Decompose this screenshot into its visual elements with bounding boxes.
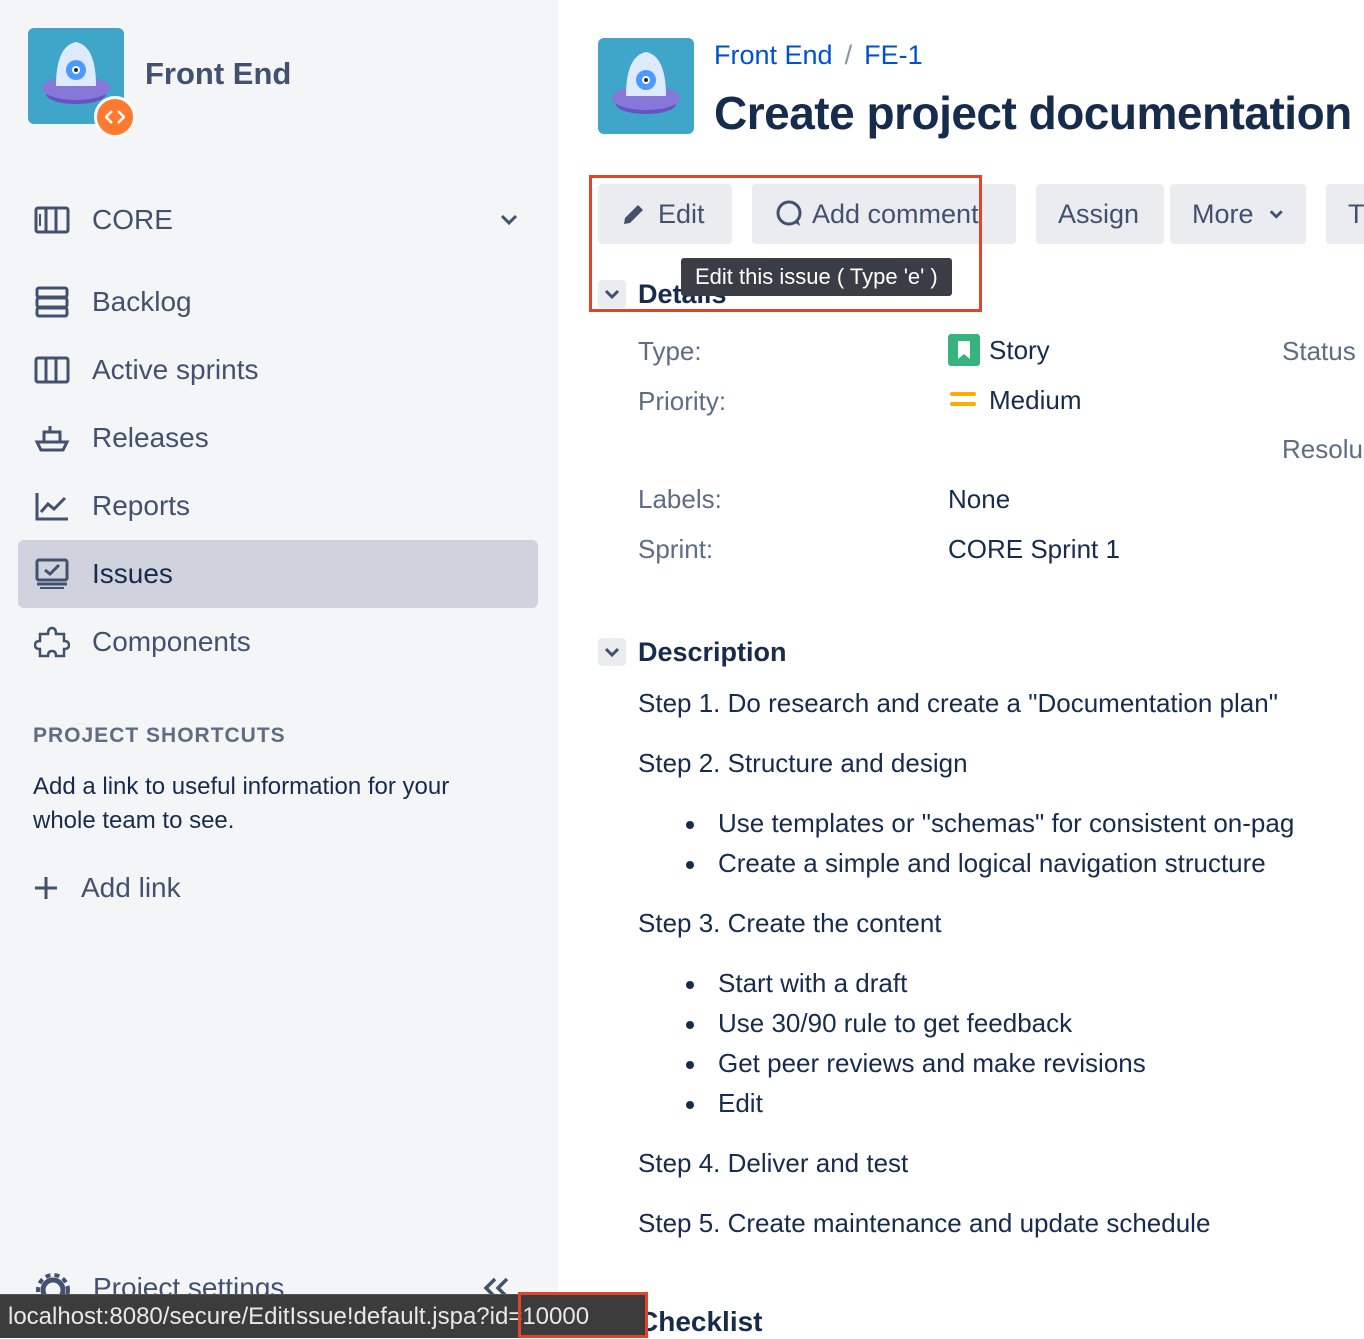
puzzle-icon (34, 626, 70, 658)
add-link-label: Add link (81, 872, 181, 903)
priority-value-text: Medium (989, 384, 1082, 415)
type-value: Story (948, 334, 1050, 366)
project-name: Front End (145, 56, 292, 91)
story-icon (948, 334, 980, 366)
issue-project-avatar[interactable] (598, 38, 694, 134)
breadcrumb-project-link[interactable]: Front End (714, 40, 833, 70)
list-item: Use templates or "schemas" for consisten… (685, 808, 1295, 838)
description-paragraph: Step 5. Create maintenance and update sc… (638, 1208, 1211, 1238)
description-paragraph: Step 4. Deliver and test (638, 1148, 909, 1178)
labels-value[interactable]: None (948, 484, 1010, 515)
ship-icon (34, 426, 70, 452)
code-badge-icon (94, 96, 136, 138)
active-sprints-icon (34, 356, 70, 384)
assign-button-label: Assign (1058, 198, 1140, 229)
description-paragraph: Step 3. Create the content (638, 908, 942, 938)
list-item: Start with a draft (685, 968, 908, 998)
sidebar-item-label: Reports (92, 490, 191, 521)
issue-title[interactable]: Create project documentation (714, 86, 1352, 140)
sidebar-item-releases[interactable]: Releases (18, 404, 538, 472)
sidebar-item-backlog[interactable]: Backlog (18, 268, 538, 336)
sidebar-item-issues[interactable]: Issues (18, 540, 538, 608)
board-icon (34, 206, 70, 234)
board-label: CORE (92, 204, 173, 235)
annotation-highlight-url-id (518, 1292, 648, 1338)
more-button[interactable]: More (1170, 184, 1306, 244)
sidebar-item-label: Active sprints (92, 354, 259, 385)
backlog-icon (35, 286, 69, 318)
resolution-label: Resolu (1282, 434, 1363, 464)
more-button-label: More (1192, 198, 1254, 229)
list-item: Create a simple and logical navigation s… (686, 848, 1266, 878)
sidebar-item-label: Backlog (92, 286, 192, 317)
labels-label: Labels: (638, 484, 722, 514)
chevron-down-icon (604, 647, 620, 658)
sidebar-item-label: Issues (92, 558, 173, 589)
list-item: Use 30/90 rule to get feedback (685, 1008, 1073, 1038)
chevron-down-icon (1269, 210, 1283, 219)
sidebar-item-reports[interactable]: Reports (18, 472, 538, 540)
description-heading: Description (638, 636, 787, 667)
sidebar-item-label: Releases (92, 422, 209, 453)
board-selector[interactable]: CORE (18, 186, 538, 254)
plus-icon (35, 877, 57, 899)
assign-button[interactable]: Assign (1036, 184, 1164, 244)
type-label: Type: (638, 336, 702, 366)
priority-label: Priority: (638, 386, 727, 416)
type-value-text: Story (989, 334, 1050, 365)
sprint-value[interactable]: CORE Sprint 1 (948, 534, 1120, 565)
project-shortcuts-heading: PROJECT SHORTCUTS (33, 724, 286, 747)
sidebar-item-label: Components (92, 626, 251, 657)
project-shortcuts-description: Add a link to useful information for you… (33, 773, 450, 834)
annotation-highlight-toolbar (589, 175, 982, 312)
reports-chart-icon (35, 493, 68, 521)
transition-button[interactable]: T (1326, 184, 1364, 244)
priority-value: Medium (948, 384, 1081, 416)
list-item: Get peer reviews and make revisions (686, 1048, 1146, 1078)
description-paragraph: Step 2. Structure and design (638, 748, 968, 778)
ufo-icon (612, 52, 680, 114)
add-link-button[interactable]: Add link (33, 868, 181, 908)
status-label: Status (1282, 336, 1356, 366)
sprint-label: Sprint: (638, 534, 714, 564)
transition-button-label: T (1348, 198, 1364, 229)
list-item: Edit (686, 1088, 763, 1118)
sidebar-item-components[interactable]: Components (18, 608, 538, 676)
collapse-toggle[interactable] (598, 638, 626, 666)
checklist-heading: Checklist (638, 1306, 763, 1337)
breadcrumb: Front End / FE-1 (714, 40, 923, 71)
project-avatar[interactable] (28, 28, 136, 138)
chevron-down-icon[interactable] (498, 208, 520, 230)
sidebar-item-active-sprints[interactable]: Active sprints (18, 336, 538, 404)
description-paragraph: Step 1. Do research and create a "Docume… (638, 688, 1278, 718)
description-section-toggle[interactable]: Description (598, 637, 787, 667)
breadcrumb-issue-key-link[interactable]: FE-1 (864, 40, 923, 70)
priority-medium-icon (950, 392, 976, 406)
breadcrumb-separator: / (844, 40, 853, 70)
project-sidebar: Front End CORE Backlog Active sprints Re… (0, 0, 558, 1338)
issues-icon (35, 558, 69, 589)
